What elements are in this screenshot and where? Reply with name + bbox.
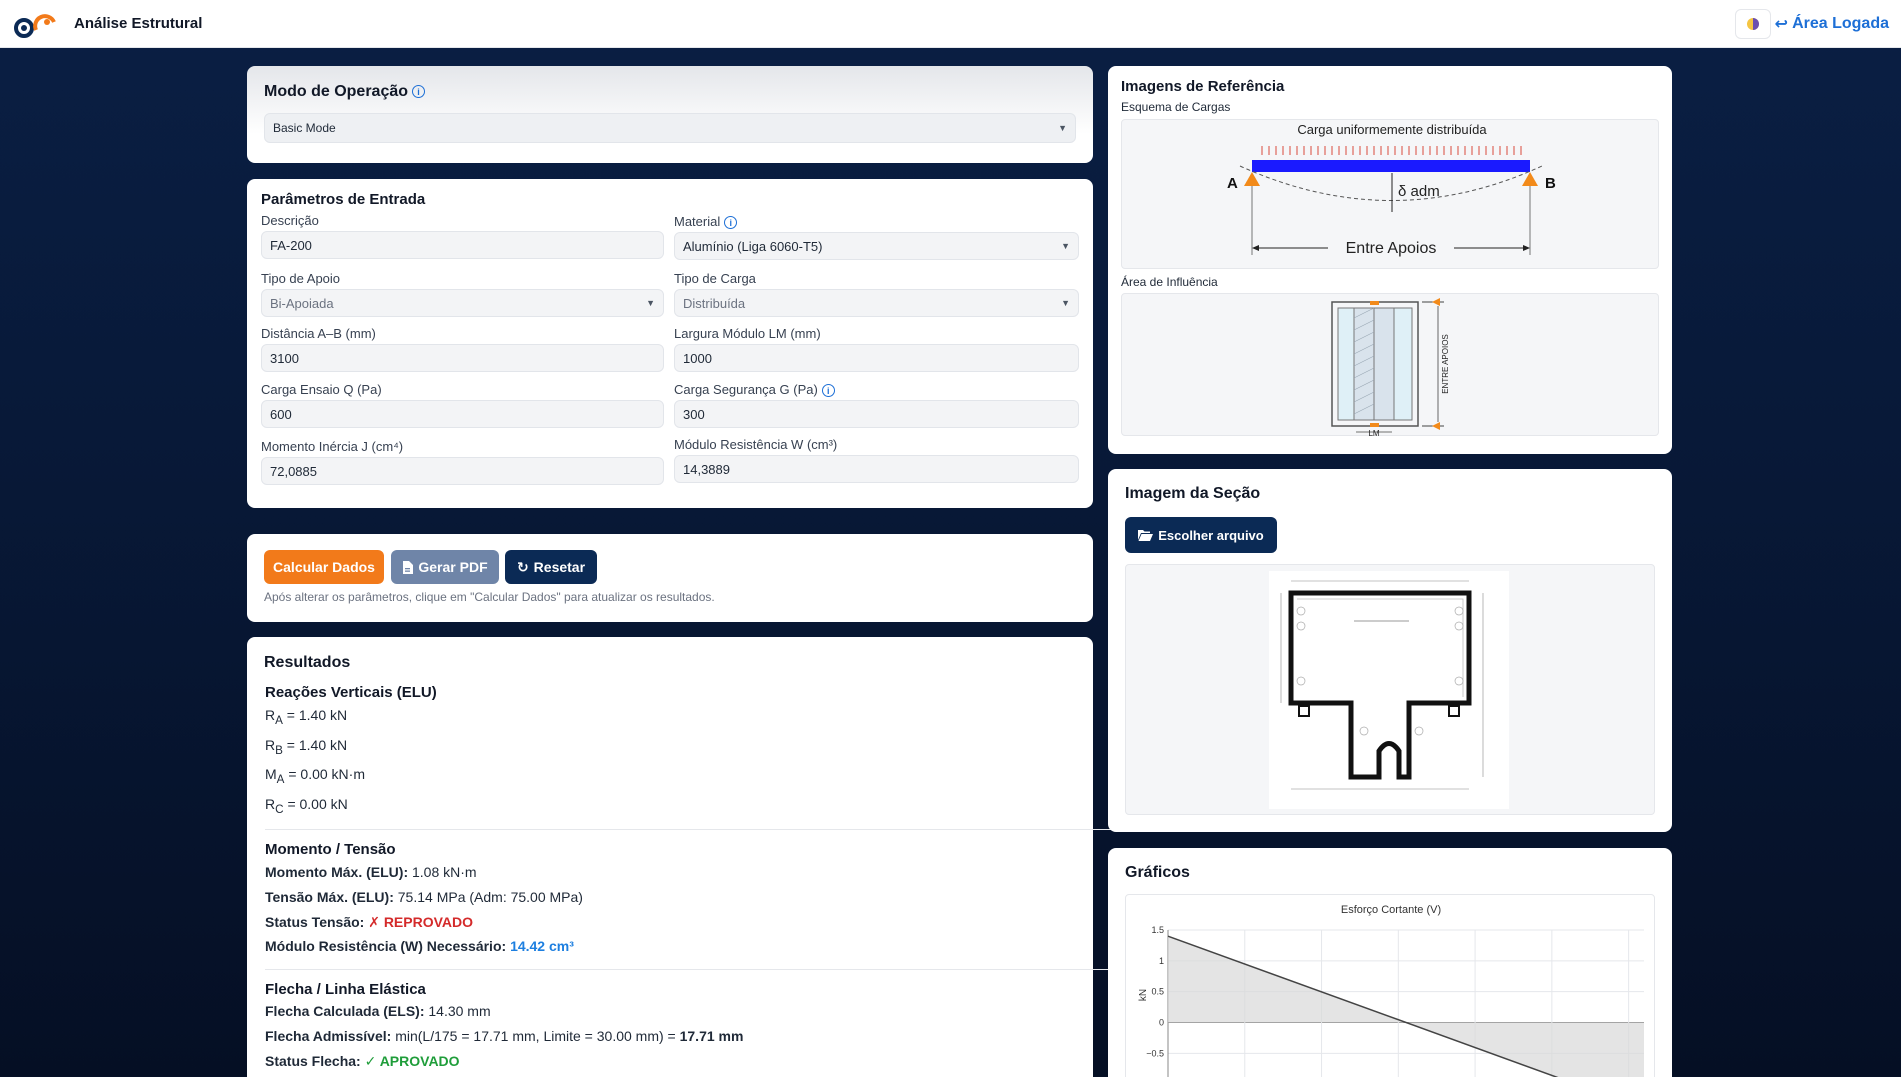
- mode-title: Modo de Operação i: [264, 83, 426, 101]
- flecha-title: Flecha / Linha Elástica: [265, 981, 426, 998]
- actions-card: Calcular Dados Gerar PDF ↻ Resetar Após …: [247, 534, 1093, 622]
- y-tick-label: 0.5: [1151, 987, 1164, 997]
- y-tick-label: −0.5: [1146, 1048, 1164, 1058]
- apoio-select[interactable]: Bi-Apoiada ▼: [261, 289, 664, 317]
- chart-title: Esforço Cortante (V): [1341, 904, 1441, 916]
- half-moon-icon: [1746, 17, 1759, 30]
- ra-value: RA = 1.40 kN: [265, 707, 348, 727]
- descricao-input[interactable]: FA-200: [261, 231, 664, 259]
- carga-q-input[interactable]: 600: [261, 400, 664, 428]
- shear-chart-container: Esforço Cortante (V) kN 1.510.50−0.5−1−1…: [1125, 894, 1655, 1077]
- esquema-label: Esquema de Cargas: [1121, 100, 1231, 114]
- y-tick-label: 1.5: [1151, 925, 1164, 935]
- material-label: Material i: [674, 214, 738, 230]
- carga-text: Carga uniformemente distribuída: [1297, 122, 1487, 137]
- chevron-down-icon: ▼: [1061, 298, 1070, 308]
- status-badge: ✓ APROVADO: [364, 1053, 460, 1069]
- reference-card: Imagens de Referência Esquema de Cargas …: [1108, 66, 1672, 454]
- mode-select[interactable]: Basic Mode ▼: [264, 113, 1076, 143]
- pdf-file-icon: [403, 560, 414, 574]
- status-badge: ✗ REPROVADO: [368, 914, 474, 930]
- chart-ylabel: kN: [1138, 989, 1149, 1001]
- divider: [265, 829, 1123, 830]
- lm-label: LM: [1368, 429, 1379, 437]
- escolher-arquivo-button[interactable]: Escolher arquivo: [1125, 517, 1277, 553]
- delta-label: δ adm: [1398, 183, 1440, 200]
- inercia-label: Momento Inércia J (cm⁴): [261, 439, 404, 454]
- divider: [265, 969, 1123, 970]
- apoio-label: Tipo de Apoio: [261, 271, 341, 286]
- info-icon[interactable]: i: [412, 85, 426, 99]
- section-preview: [1125, 564, 1655, 815]
- carga-g-label: Carga Segurança G (Pa) i: [674, 382, 835, 398]
- section-title: Imagem da Seção: [1125, 485, 1261, 502]
- actions-hint: Após alterar os parâmetros, clique em "C…: [264, 590, 715, 604]
- carga-tipo-label: Tipo de Carga: [674, 271, 756, 286]
- folder-open-icon: [1138, 530, 1154, 541]
- carga-g-input[interactable]: 300: [674, 400, 1079, 428]
- theme-toggle-button[interactable]: [1734, 8, 1771, 39]
- charts-title: Gráficos: [1125, 864, 1190, 881]
- rb-value: RB = 1.40 kN: [265, 737, 348, 757]
- chevron-down-icon: ▼: [1058, 123, 1067, 133]
- charts-card: Gráficos Esforço Cortante (V) kN 1.5 1 0.5…: [1108, 848, 1672, 1077]
- section-image-card: Imagem da Seção Escolher arquivo: [1108, 469, 1672, 832]
- reset-icon: ↻: [516, 558, 529, 575]
- entre-apoios-label: Entre Apoios: [1346, 240, 1437, 257]
- status-flecha: Status Flecha: ✓ APROVADO: [265, 1053, 460, 1069]
- y-tick-label: 0: [1159, 1018, 1164, 1028]
- calcular-dados-button[interactable]: Calcular Dados: [264, 550, 384, 584]
- distancia-label: Distância A–B (mm): [261, 326, 376, 341]
- area-logada-link[interactable]: ↩ Área Logada: [1775, 14, 1889, 34]
- status-tensao: Status Tensão: ✗ REPROVADO: [265, 914, 474, 930]
- shear-chart: Esforço Cortante (V) kN 1.510.50−0.5−1−1…: [1138, 904, 1644, 1077]
- flecha-calculada: Flecha Calculada (ELS): 14.30 mm: [265, 1003, 491, 1019]
- modulo-label: Módulo Resistência W (cm³): [674, 437, 838, 452]
- load-scheme-image: Carga uniformemente distribuída A B δ ad…: [1121, 119, 1659, 269]
- info-icon[interactable]: i: [821, 384, 835, 398]
- modulo-input[interactable]: 14,3889: [674, 455, 1079, 483]
- support-b-label: B: [1545, 175, 1556, 192]
- flecha-admissivel: Flecha Admissível: min(L/175 = 17.71 mm,…: [265, 1028, 744, 1044]
- reacoes-title: Reações Verticais (ELU): [265, 684, 437, 701]
- material-select[interactable]: Alumínio (Liga 6060-T5) ▼: [674, 232, 1079, 260]
- results-card: Resultados Reações Verticais (ELU) RA = …: [247, 637, 1123, 1077]
- results-title: Resultados: [264, 654, 351, 671]
- distancia-input[interactable]: 3100: [261, 344, 664, 372]
- app-title: Análise Estrutural: [74, 15, 203, 32]
- logo-icon: [14, 13, 56, 38]
- params-title: Parâmetros de Entrada: [261, 191, 426, 208]
- momento-title: Momento / Tensão: [265, 841, 396, 858]
- gerar-pdf-button[interactable]: Gerar PDF: [391, 550, 499, 584]
- mode-card: Modo de Operação i Basic Mode ▼: [247, 66, 1093, 163]
- largura-label: Largura Módulo LM (mm): [674, 326, 821, 341]
- influence-area-image: ENTRE APOIOS LM: [1121, 293, 1659, 437]
- profile-section-drawing: [1269, 571, 1509, 809]
- params-card: Parâmetros de Entrada Descrição FA-200 M…: [247, 179, 1093, 508]
- support-a-label: A: [1227, 175, 1238, 192]
- descricao-label: Descrição: [261, 213, 319, 228]
- area-influencia-label: Área de Influência: [1121, 275, 1218, 289]
- carga-q-label: Carga Ensaio Q (Pa): [261, 382, 382, 397]
- momento-max: Momento Máx. (ELU): 1.08 kN·m: [265, 864, 477, 880]
- ma-value: MA = 0.00 kN·m: [265, 766, 365, 786]
- w-necessario: Módulo Resistência (W) Necessário: 14.42…: [265, 938, 574, 954]
- entre-apoios-vertical-label: ENTRE APOIOS: [1441, 334, 1450, 394]
- shear-area: [1168, 936, 1644, 1077]
- info-icon[interactable]: i: [724, 216, 738, 230]
- chevron-down-icon: ▼: [646, 298, 655, 308]
- inercia-input[interactable]: 72,0885: [261, 457, 664, 485]
- logo[interactable]: Análise Estrutural: [12, 8, 202, 40]
- return-arrow-icon: ↩: [1774, 15, 1789, 33]
- largura-input[interactable]: 1000: [674, 344, 1079, 372]
- y-tick-label: 1: [1159, 956, 1164, 966]
- top-bar: Análise Estrutural ↩ Área Logada: [0, 0, 1901, 48]
- rc-value: RC = 0.00 kN: [265, 796, 348, 816]
- carga-tipo-select[interactable]: Distribuída ▼: [674, 289, 1079, 317]
- chevron-down-icon: ▼: [1061, 241, 1070, 251]
- resetar-button[interactable]: ↻ Resetar: [505, 550, 597, 584]
- reference-title: Imagens de Referência: [1121, 78, 1285, 95]
- tensao-max: Tensão Máx. (ELU): 75.14 MPa (Adm: 75.00…: [265, 889, 583, 905]
